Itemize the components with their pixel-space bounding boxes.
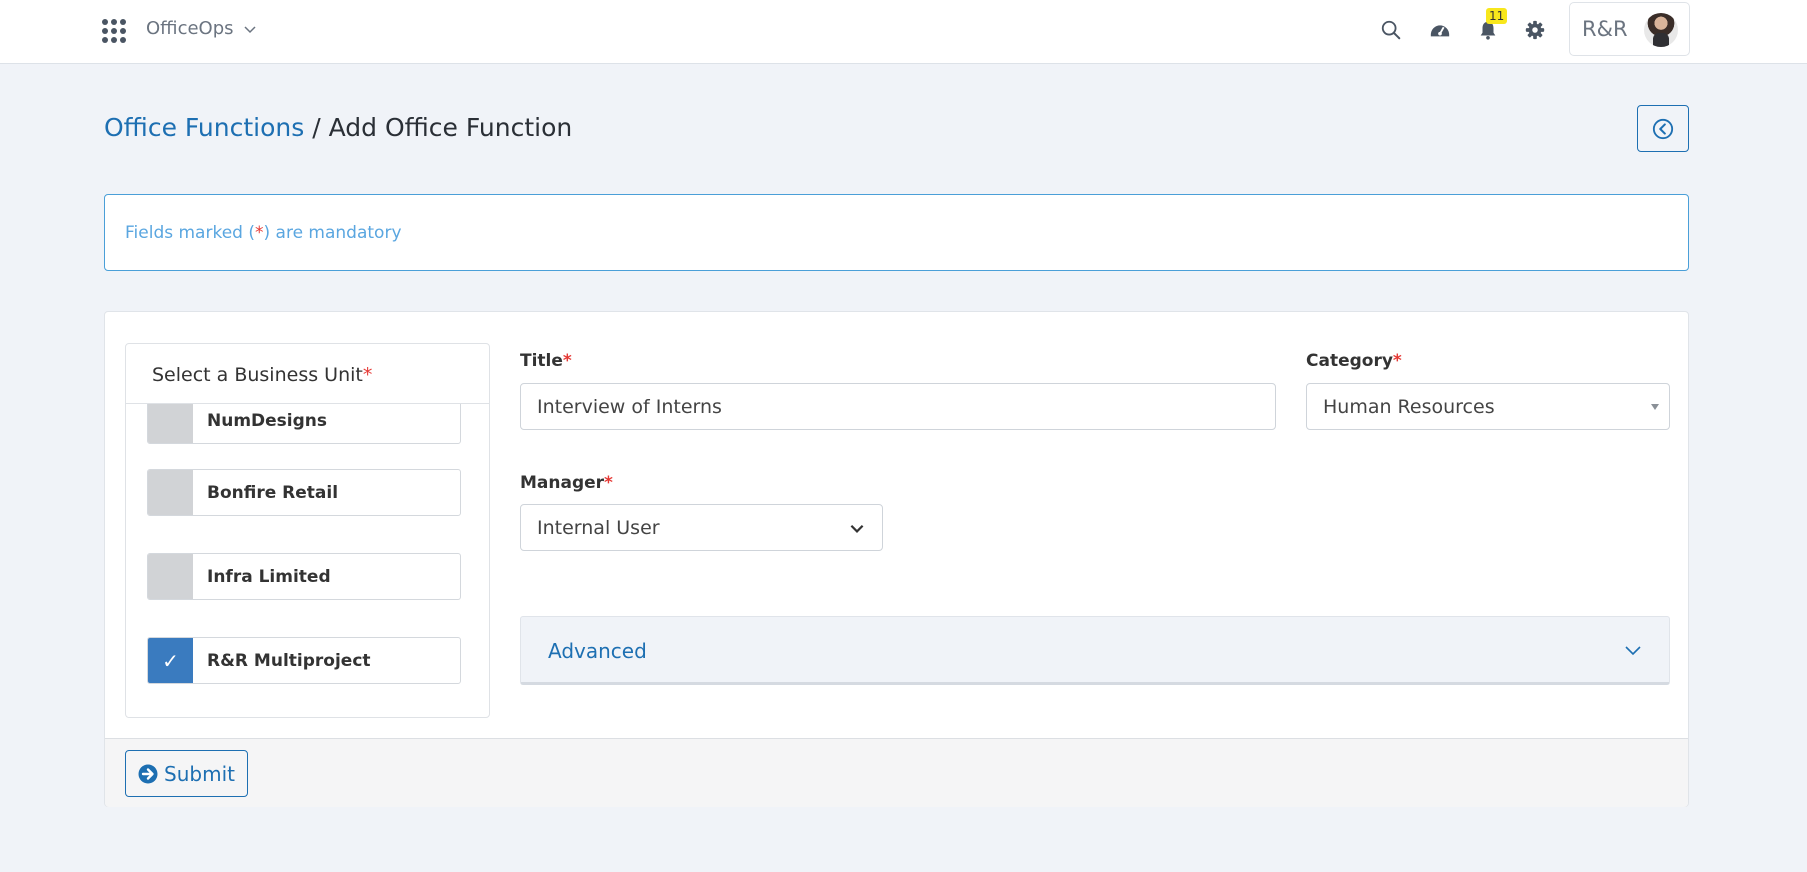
advanced-label: Advanced <box>548 639 647 663</box>
chevron-down-icon <box>1625 646 1641 656</box>
mandatory-fields-alert: Fields marked (*) are mandatory <box>104 194 1689 271</box>
advanced-accordion[interactable]: Advanced <box>520 616 1670 685</box>
app-switcher[interactable]: OfficeOps <box>146 18 258 39</box>
top-navbar: OfficeOps 11 R&R <box>0 0 1807 64</box>
checkbox[interactable] <box>148 404 193 443</box>
search-icon[interactable] <box>1378 17 1404 43</box>
circle-arrow-right-icon <box>138 764 158 783</box>
back-button[interactable] <box>1637 105 1689 152</box>
manager-select[interactable]: Internal User <box>520 504 883 551</box>
business-unit-item-bonfire-retail[interactable]: Bonfire Retail <box>147 469 461 516</box>
business-unit-item-numdesigns[interactable]: NumDesigns <box>147 404 461 444</box>
checkmark-icon: ✓ <box>162 648 179 673</box>
chevron-down-icon <box>243 25 256 33</box>
title-input[interactable]: Interview of Interns <box>520 383 1276 430</box>
alert-text: Fields marked (*) are mandatory <box>125 223 402 243</box>
checkbox[interactable] <box>148 554 193 599</box>
business-unit-item-infra-limited[interactable]: Infra Limited <box>147 553 461 600</box>
category-select[interactable]: Human Resources <box>1306 383 1670 430</box>
title-label: Title* <box>520 351 572 371</box>
checkbox[interactable] <box>148 470 193 515</box>
apps-grid-icon[interactable] <box>102 19 126 43</box>
business-unit-panel: Select a Business Unit* NumDesigns Bonfi… <box>125 343 490 718</box>
caret-down-icon <box>1651 404 1659 410</box>
dashboard-gauge-icon[interactable] <box>1427 17 1453 43</box>
user-menu[interactable]: R&R <box>1569 2 1690 56</box>
notification-badge: 11 <box>1486 8 1508 24</box>
submit-button[interactable]: Submit <box>125 750 248 797</box>
business-unit-heading: Select a Business Unit* <box>126 344 489 404</box>
chevron-down-icon <box>850 524 864 533</box>
breadcrumb: Office Functions / Add Office Function <box>104 113 572 142</box>
user-label: R&R <box>1582 17 1628 41</box>
form-footer: Submit <box>105 738 1688 807</box>
breadcrumb-office-functions-link[interactable]: Office Functions <box>104 113 304 142</box>
page-title: Add Office Function <box>328 113 573 142</box>
office-function-form-card: Select a Business Unit* NumDesigns Bonfi… <box>104 311 1689 807</box>
category-label: Category* <box>1306 351 1402 371</box>
business-unit-list: NumDesigns Bonfire Retail Infra Limited … <box>126 404 489 717</box>
manager-label: Manager* <box>520 473 613 493</box>
checkbox-checked[interactable]: ✓ <box>148 638 193 683</box>
avatar <box>1644 13 1678 47</box>
breadcrumb-separator: / <box>304 113 329 142</box>
app-name-label: OfficeOps <box>146 18 234 39</box>
circle-chevron-left-icon <box>1652 118 1674 139</box>
gear-icon[interactable] <box>1522 17 1548 43</box>
business-unit-item-rr-multiproject[interactable]: ✓ R&R Multiproject <box>147 637 461 684</box>
